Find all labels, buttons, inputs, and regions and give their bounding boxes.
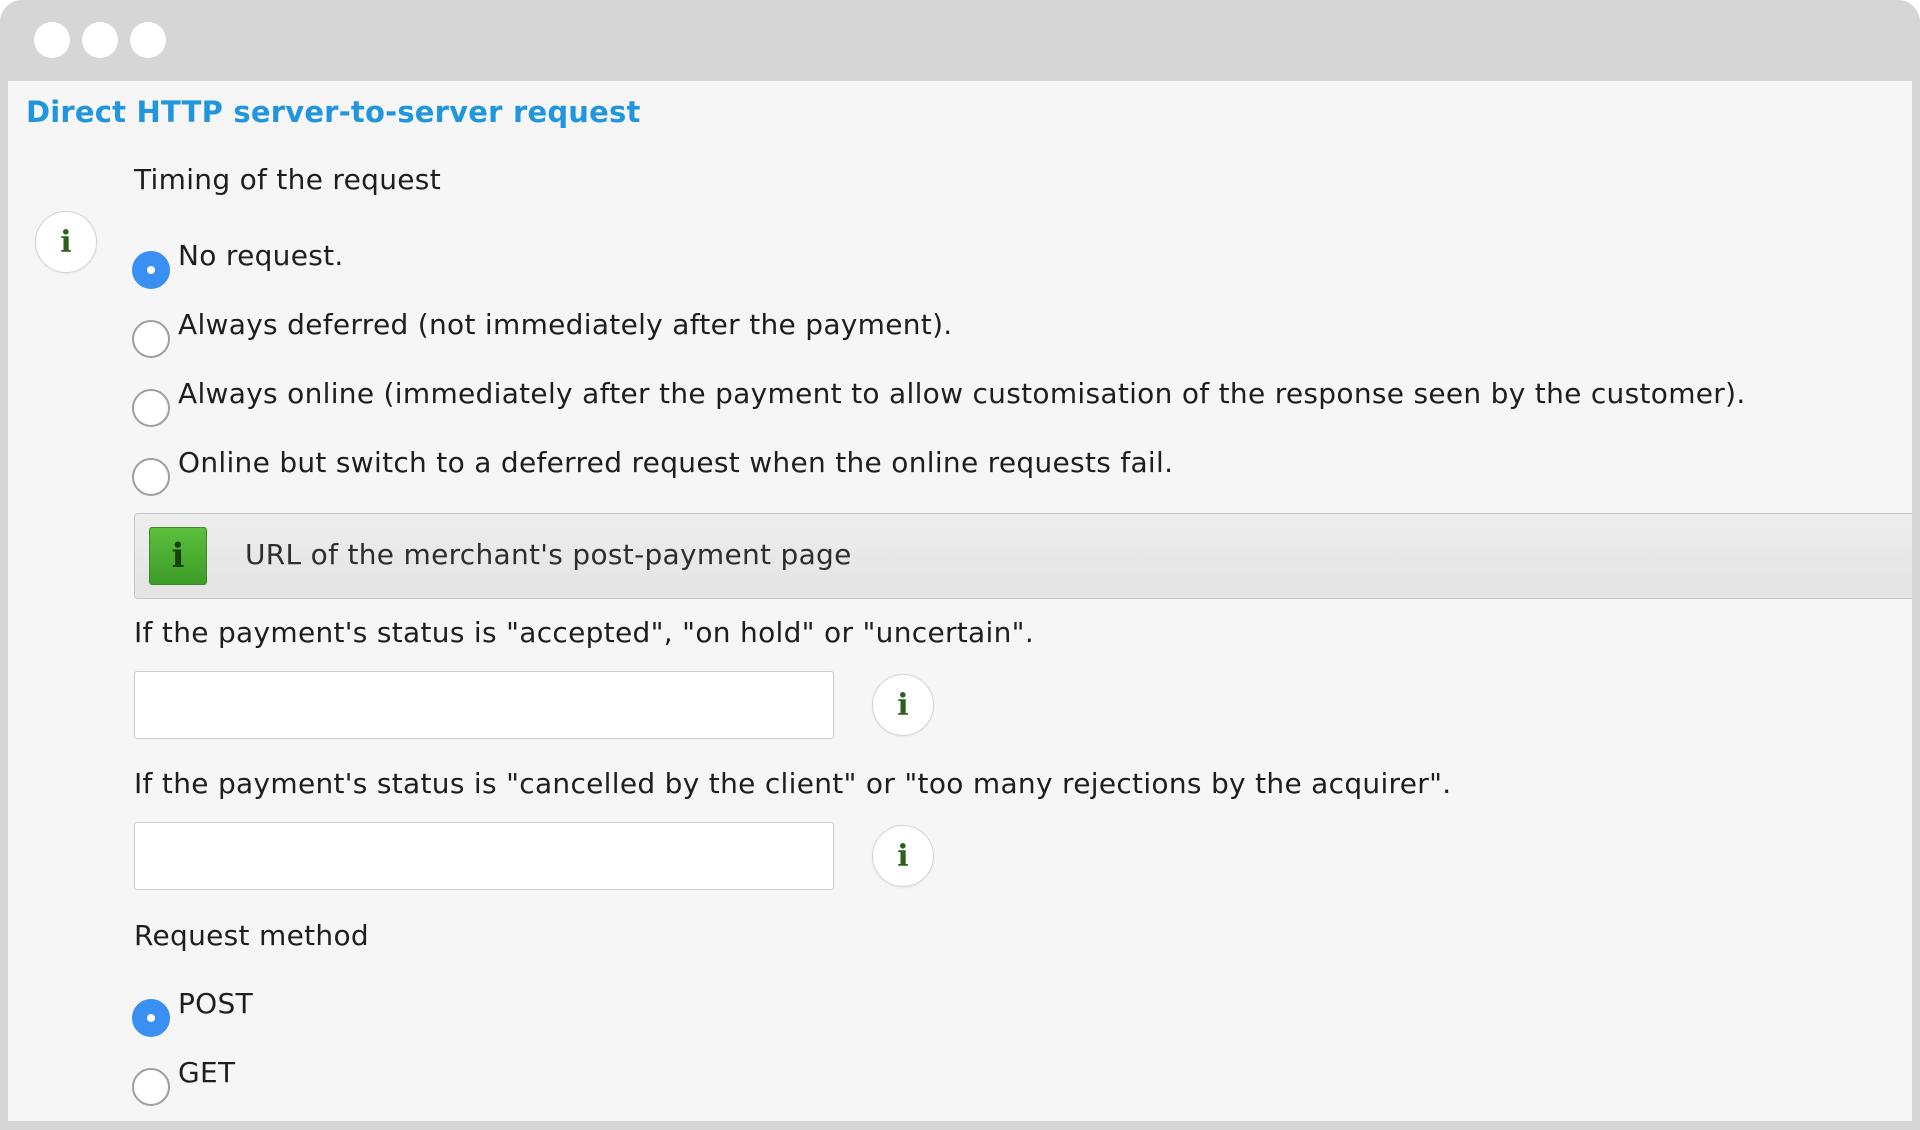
timing-info-icon[interactable]: i bbox=[35, 211, 97, 273]
radio-button[interactable] bbox=[132, 458, 170, 496]
accepted-url-input[interactable] bbox=[134, 671, 834, 739]
radio-always-deferred[interactable]: Always deferred (not immediately after t… bbox=[132, 308, 953, 358]
accepted-url-label: If the payment's status is "accepted", "… bbox=[134, 616, 1035, 649]
url-section-title: URL of the merchant's post-payment page bbox=[245, 538, 852, 571]
info-icon: i bbox=[149, 527, 207, 585]
settings-panel: Direct HTTP server-to-server request i T… bbox=[8, 81, 1912, 1121]
radio-button[interactable] bbox=[132, 320, 170, 358]
close-window-dot[interactable] bbox=[34, 22, 70, 58]
radio-label: POST bbox=[178, 987, 254, 1020]
radio-get[interactable]: GET bbox=[132, 1056, 236, 1106]
radio-no-request[interactable]: No request. bbox=[132, 239, 344, 289]
radio-post[interactable]: POST bbox=[132, 987, 254, 1037]
window-controls bbox=[34, 22, 166, 58]
radio-button[interactable] bbox=[132, 1068, 170, 1106]
browser-window: Direct HTTP server-to-server request i T… bbox=[0, 0, 1920, 1130]
request-method-label: Request method bbox=[134, 919, 369, 952]
radio-online-switch-deferred[interactable]: Online but switch to a deferred request … bbox=[132, 446, 1174, 496]
radio-button[interactable] bbox=[132, 389, 170, 427]
maximize-window-dot[interactable] bbox=[130, 22, 166, 58]
radio-label: GET bbox=[178, 1056, 236, 1089]
radio-label: Online but switch to a deferred request … bbox=[178, 446, 1174, 479]
minimize-window-dot[interactable] bbox=[82, 22, 118, 58]
radio-label: No request. bbox=[178, 239, 344, 272]
radio-label: Always deferred (not immediately after t… bbox=[178, 308, 953, 341]
cancelled-url-input[interactable] bbox=[134, 822, 834, 890]
section-title: Direct HTTP server-to-server request bbox=[26, 95, 641, 129]
radio-label: Always online (immediately after the pay… bbox=[178, 377, 1746, 410]
timing-label: Timing of the request bbox=[134, 163, 441, 196]
url-section-header: i URL of the merchant's post-payment pag… bbox=[134, 513, 1912, 599]
radio-button[interactable] bbox=[132, 999, 170, 1037]
radio-button[interactable] bbox=[132, 251, 170, 289]
radio-always-online[interactable]: Always online (immediately after the pay… bbox=[132, 377, 1746, 427]
cancelled-url-info-icon[interactable]: i bbox=[872, 825, 934, 887]
cancelled-url-label: If the payment's status is "cancelled by… bbox=[134, 767, 1452, 800]
accepted-url-info-icon[interactable]: i bbox=[872, 674, 934, 736]
